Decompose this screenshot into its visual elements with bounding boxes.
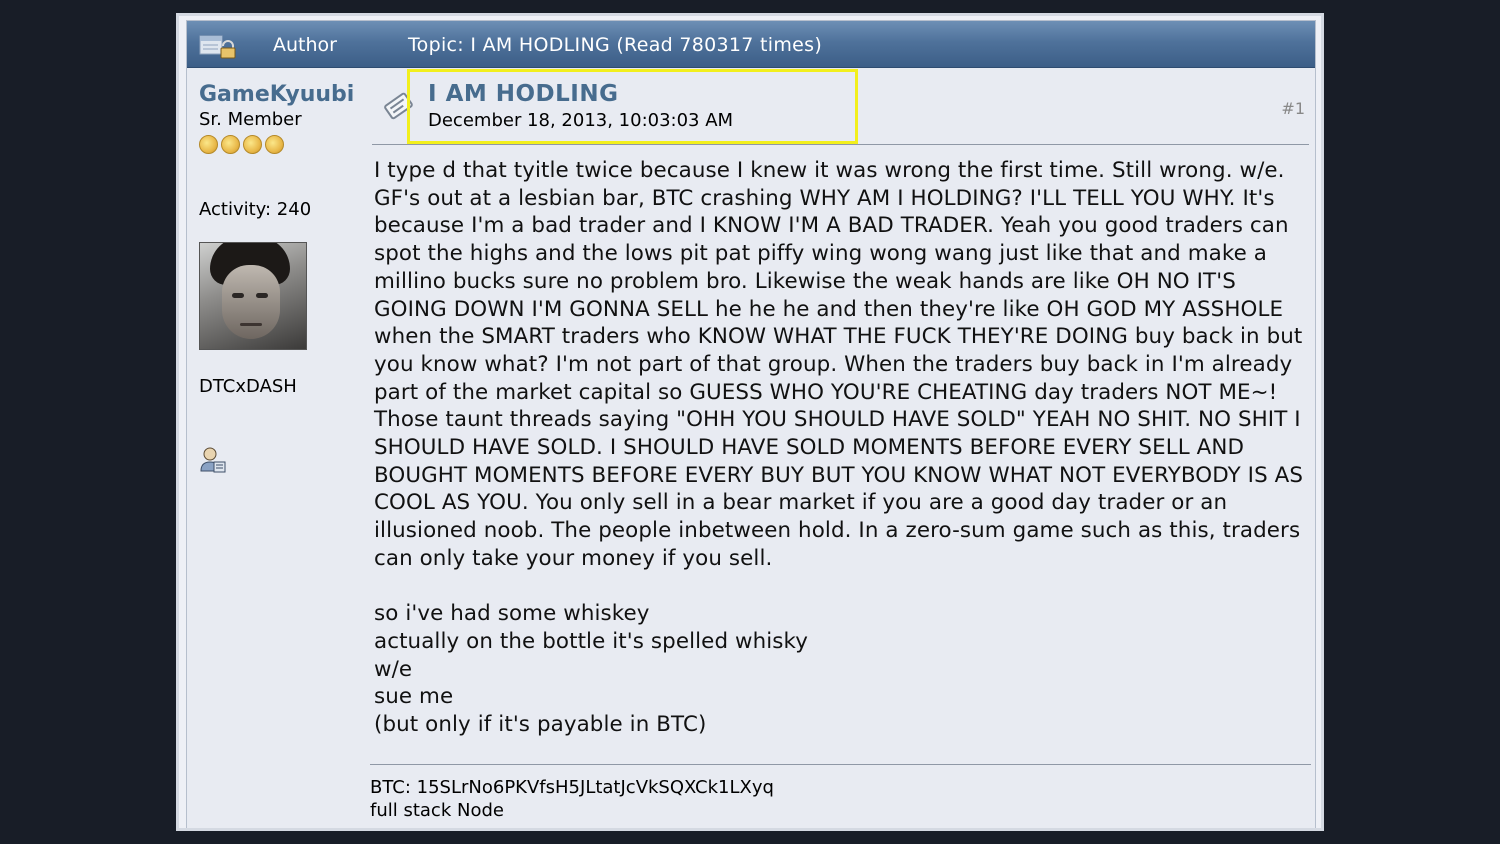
author-rank: Sr. Member	[199, 109, 302, 130]
highlight-box	[407, 69, 858, 144]
post-body: I type d that tyitle twice because I kne…	[374, 157, 1314, 739]
author-avatar	[199, 242, 307, 350]
post-body-line: actually on the bottle it's spelled whis…	[374, 628, 809, 654]
star-icon	[199, 135, 218, 154]
signature-divider	[370, 764, 1311, 765]
topic-header-bar: Author Topic: I AM HODLING (Read 780317 …	[187, 21, 1315, 68]
star-icon	[265, 135, 284, 154]
forum-post-frame: Author Topic: I AM HODLING (Read 780317 …	[176, 13, 1324, 831]
post-body-line: sue me	[374, 684, 454, 710]
signature: BTC: 15SLrNo6PKVfsH5JLtatJcVkSQXCk1LXyq …	[370, 776, 774, 822]
author-activity: Activity: 240	[199, 199, 312, 220]
post-container: Author Topic: I AM HODLING (Read 780317 …	[186, 20, 1316, 828]
view-profile-icon[interactable]	[199, 445, 227, 475]
author-username-link[interactable]: GameKyuubi	[199, 81, 369, 109]
post-body-line: (but only if it's payable in BTC)	[374, 712, 707, 738]
star-icon	[221, 135, 240, 154]
post-body-paragraph: I type d that tyitle twice because I kne…	[374, 158, 1304, 571]
signature-btc-address: BTC: 15SLrNo6PKVfsH5JLtatJcVkSQXCk1LXyq	[370, 777, 774, 798]
topic-title-header: Topic: I AM HODLING (Read 780317 times)	[408, 34, 823, 56]
post-body-line: w/e	[374, 656, 413, 682]
star-icon	[243, 135, 262, 154]
locked-topic-icon	[199, 35, 236, 59]
author-sidebar: GameKyuubi Sr. Member Activity: 240 DTCx…	[199, 81, 369, 479]
rank-stars	[199, 135, 369, 155]
post-body-line: so i've had some whiskey	[374, 601, 650, 627]
author-personal-text: DTCxDASH	[199, 376, 297, 397]
post-number-link[interactable]: #1	[1281, 99, 1305, 118]
author-column-header: Author	[273, 34, 337, 56]
header-divider	[372, 144, 1309, 145]
signature-line: full stack Node	[370, 800, 504, 821]
